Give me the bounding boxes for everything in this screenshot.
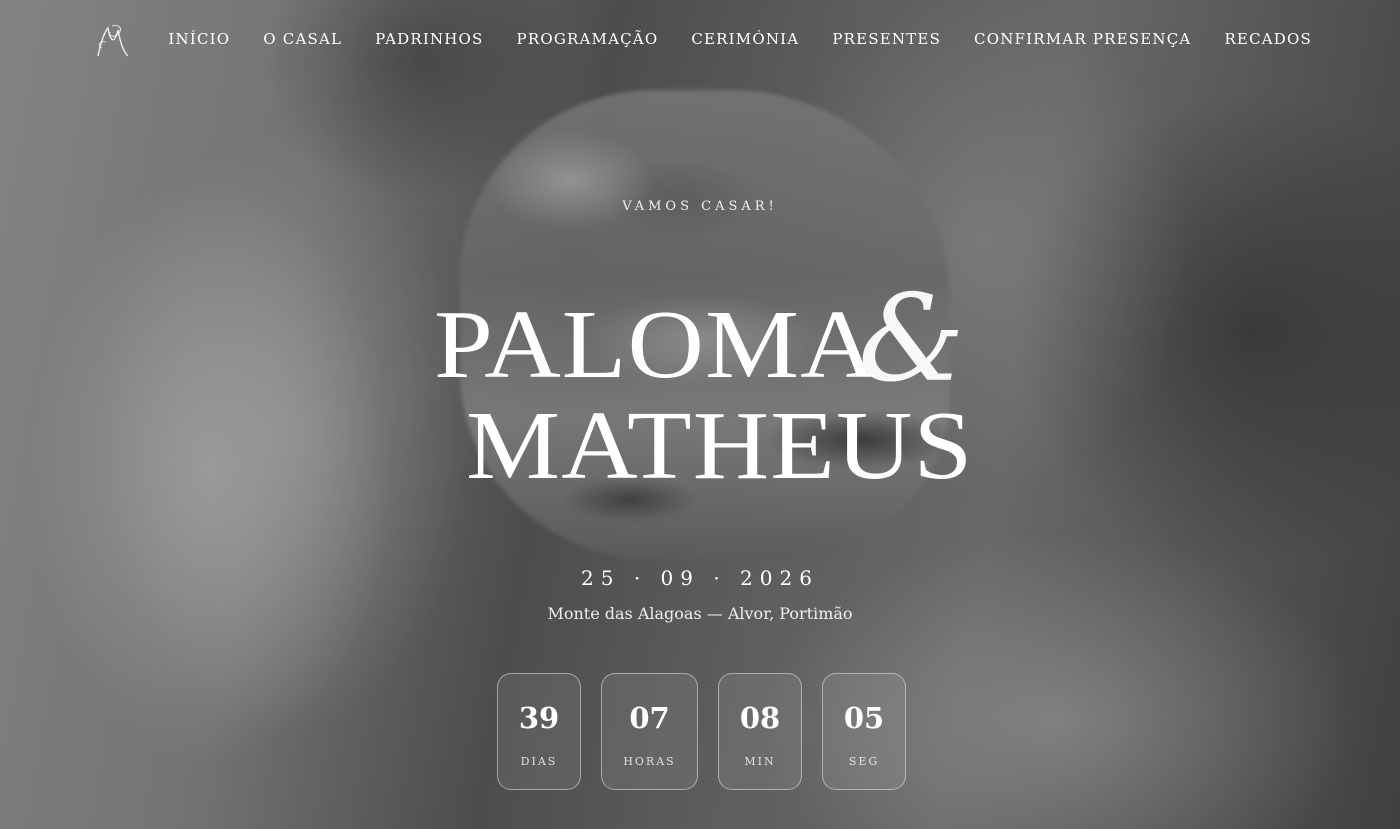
countdown-timer: 39 DIAS 07 HORAS 08 MIN 05 SEG <box>497 673 906 790</box>
countdown-seconds-label: SEG <box>848 755 880 768</box>
nav-item-presentes[interactable]: PRESENTES <box>832 30 941 48</box>
names-ampersand: & <box>858 270 965 409</box>
nav-item-recados[interactable]: RECADOS <box>1224 30 1312 48</box>
countdown-days-label: DIAS <box>520 755 558 768</box>
nav-item-confirmar-presenca[interactable]: CONFIRMAR PRESENÇA <box>974 30 1191 48</box>
countdown-hours-value: 07 <box>629 701 670 735</box>
nav-item-padrinhos[interactable]: PADRINHOS <box>375 30 483 48</box>
countdown-hours: 07 HORAS <box>601 673 698 790</box>
nav-item-inicio[interactable]: INÍCIO <box>168 30 230 48</box>
countdown-seconds-value: 05 <box>843 701 885 735</box>
top-navigation: INÍCIO O CASAL PADRINHOS PROGRAMAÇÃO CER… <box>0 0 1400 84</box>
countdown-hours-label: HORAS <box>623 755 676 768</box>
hero-eyebrow: VAMOS CASAR! <box>622 199 778 214</box>
countdown-minutes: 08 MIN <box>718 673 802 790</box>
countdown-seconds: 05 SEG <box>822 673 906 790</box>
nav-item-o-casal[interactable]: O CASAL <box>263 30 342 48</box>
groom-name: MATHEUS <box>466 392 974 500</box>
countdown-days: 39 DIAS <box>497 673 581 790</box>
nav-item-cerimonia[interactable]: CERIMÓNIA <box>691 30 799 48</box>
countdown-days-value: 39 <box>518 701 560 735</box>
countdown-minutes-label: MIN <box>744 755 776 768</box>
nav-item-programacao[interactable]: PROGRAMAÇÃO <box>517 30 659 48</box>
wedding-date: 25 · 09 · 2026 <box>581 566 819 590</box>
monogram-logo-icon[interactable] <box>92 22 136 62</box>
wedding-location: Monte das Alagoas — Alvor, Portimão <box>547 604 853 623</box>
main-menu: INÍCIO O CASAL PADRINHOS PROGRAMAÇÃO CER… <box>168 30 1312 48</box>
bride-name: PALOMA <box>434 291 878 399</box>
countdown-minutes-value: 08 <box>739 701 781 735</box>
